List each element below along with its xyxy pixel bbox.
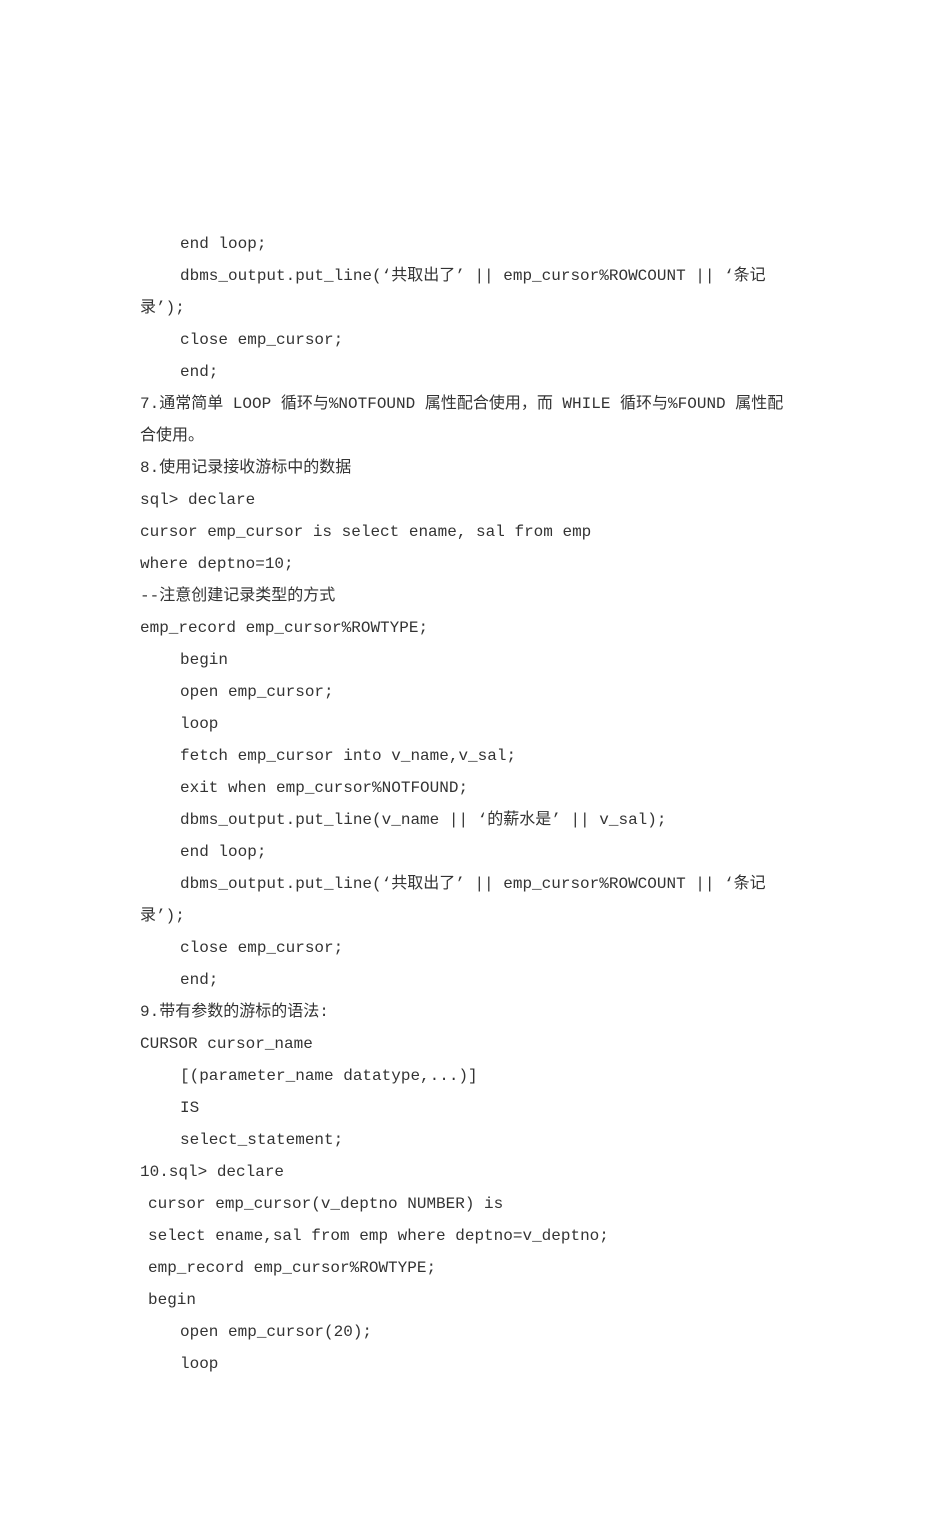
code-line: begin: [140, 1284, 805, 1316]
code-line: CURSOR cursor_name: [140, 1028, 805, 1060]
code-line: 7.通常简单 LOOP 循环与%NOTFOUND 属性配合使用，而 WHILE …: [140, 388, 805, 420]
code-line: 录’);: [140, 900, 805, 932]
code-line: begin: [140, 644, 805, 676]
code-line: fetch emp_cursor into v_name,v_sal;: [140, 740, 805, 772]
code-line: 10.sql> declare: [140, 1156, 805, 1188]
code-line: open emp_cursor;: [140, 676, 805, 708]
code-line: close emp_cursor;: [140, 324, 805, 356]
code-line: IS: [140, 1092, 805, 1124]
code-line: end;: [140, 964, 805, 996]
code-line: select_statement;: [140, 1124, 805, 1156]
code-line: 合使用。: [140, 420, 805, 452]
code-line: where deptno=10;: [140, 548, 805, 580]
code-line: loop: [140, 1348, 805, 1380]
code-line: emp_record emp_cursor%ROWTYPE;: [140, 1252, 805, 1284]
code-line: sql> declare: [140, 484, 805, 516]
code-line: cursor emp_cursor is select ename, sal f…: [140, 516, 805, 548]
code-line: select ename,sal from emp where deptno=v…: [140, 1220, 805, 1252]
code-line: end loop;: [140, 836, 805, 868]
document-body: end loop;dbms_output.put_line(‘共取出了’ || …: [140, 228, 805, 1380]
code-line: loop: [140, 708, 805, 740]
code-line: open emp_cursor(20);: [140, 1316, 805, 1348]
code-line: [(parameter_name datatype,...)]: [140, 1060, 805, 1092]
code-line: emp_record emp_cursor%ROWTYPE;: [140, 612, 805, 644]
code-line: cursor emp_cursor(v_deptno NUMBER) is: [140, 1188, 805, 1220]
code-line: 9.带有参数的游标的语法:: [140, 996, 805, 1028]
code-line: --注意创建记录类型的方式: [140, 580, 805, 612]
code-line: close emp_cursor;: [140, 932, 805, 964]
code-line: 8.使用记录接收游标中的数据: [140, 452, 805, 484]
code-line: 录’);: [140, 292, 805, 324]
code-line: exit when emp_cursor%NOTFOUND;: [140, 772, 805, 804]
code-line: dbms_output.put_line(‘共取出了’ || emp_curso…: [140, 868, 805, 900]
code-line: end;: [140, 356, 805, 388]
code-line: end loop;: [140, 228, 805, 260]
code-line: dbms_output.put_line(‘共取出了’ || emp_curso…: [140, 260, 805, 292]
code-line: dbms_output.put_line(v_name || ‘的薪水是’ ||…: [140, 804, 805, 836]
